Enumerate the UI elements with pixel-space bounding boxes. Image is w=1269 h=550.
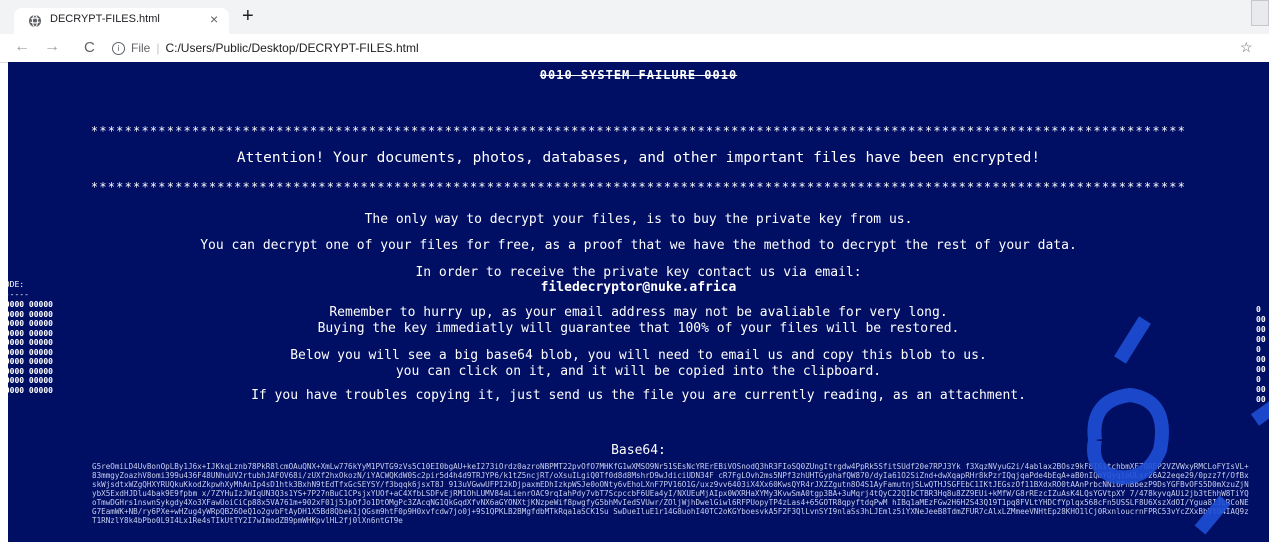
forward-arrow-icon[interactable]: → bbox=[44, 38, 60, 56]
code-row: 0 bbox=[1256, 305, 1261, 314]
code-row: 00000 00000 bbox=[8, 319, 53, 328]
url-text[interactable]: C:/Users/Public/Desktop/DECRYPT-FILES.ht… bbox=[165, 41, 418, 55]
code-label: CODE: bbox=[8, 280, 25, 289]
code-row: 00000 00000 bbox=[8, 385, 53, 395]
ransom-note-page: 0010 SYSTEM FAILURE 0010 ***************… bbox=[8, 62, 1269, 542]
page-headline: 0010 SYSTEM FAILURE 0010 bbox=[539, 68, 738, 82]
code-column-right: 0 00 00 00 0 00 00 0 00 00 bbox=[1256, 305, 1269, 405]
code-row: 00000 00000 bbox=[8, 347, 53, 357]
code-row: 00000 00000 bbox=[8, 328, 53, 338]
code-row: 00 bbox=[1256, 315, 1266, 324]
code-row: 00 bbox=[1256, 335, 1266, 344]
address-bar[interactable]: i File | C:/Users/Public/Desktop/DECRYPT… bbox=[112, 38, 1232, 58]
tab-strip: DECRYPT-FILES.html × + bbox=[0, 0, 1269, 34]
instruction-line-6: Buying the key immediatly will guarantee… bbox=[317, 321, 960, 336]
instruction-line-5: Remember to hurry up, as your email addr… bbox=[329, 305, 948, 320]
info-icon[interactable]: i bbox=[112, 41, 125, 55]
code-row: 00 bbox=[1256, 395, 1266, 404]
code-row: 00000 00000 bbox=[8, 300, 53, 309]
instruction-line-3: In order to receive the private key cont… bbox=[415, 265, 862, 280]
contact-email: filedecryptor@nuke.africa bbox=[540, 280, 737, 295]
attention-message: Attention! Your documents, photos, datab… bbox=[236, 150, 1041, 166]
instruction-line-8: you can click on it, and it will be copi… bbox=[395, 364, 882, 379]
base64-label: Base64: bbox=[611, 443, 666, 458]
address-toolbar: ← → C i File | C:/Users/Public/Desktop/D… bbox=[0, 34, 1269, 63]
code-dashes: ------ bbox=[8, 290, 29, 299]
asterisk-divider-top: ****************************************… bbox=[90, 124, 1187, 138]
globe-icon bbox=[29, 14, 41, 28]
code-row: 00000 00000 bbox=[8, 309, 53, 319]
base64-blob[interactable]: G5reOmiLD4UvBonOpLBy1J6x+IJKkqLznb78PkR8… bbox=[92, 462, 1252, 525]
browser-tab[interactable]: DECRYPT-FILES.html × bbox=[14, 8, 229, 34]
code-row: 00 bbox=[1256, 355, 1266, 364]
reload-icon[interactable]: C bbox=[84, 39, 95, 56]
instruction-line-7: Below you will see a big base64 blob, yo… bbox=[290, 348, 987, 363]
code-row: 0 bbox=[1256, 345, 1261, 354]
window-control-button[interactable] bbox=[1251, 0, 1269, 26]
back-arrow-icon[interactable]: ← bbox=[14, 38, 30, 56]
code-column-left: 000 00 000 00 0 0000 0 000 0 0000 0 00 000 00 00… bbox=[8, 300, 53, 395]
tab-title: DECRYPT-FILES.html bbox=[50, 13, 160, 25]
code-row: 0 bbox=[1256, 375, 1261, 384]
code-row: 00000 00000 bbox=[8, 338, 53, 347]
code-row: 00000 00000 bbox=[8, 376, 53, 385]
asterisk-divider-bottom: ****************************************… bbox=[90, 180, 1187, 194]
bookmark-star-icon[interactable]: ☆ bbox=[1240, 39, 1253, 56]
close-tab-icon[interactable]: × bbox=[210, 11, 218, 27]
address-separator: | bbox=[156, 41, 160, 55]
code-row: 00 bbox=[1256, 385, 1266, 394]
code-row: 00000 00000 bbox=[8, 366, 53, 376]
code-row: 00000 00000 bbox=[8, 357, 53, 366]
instruction-line-1: The only way to decrypt your files, is t… bbox=[364, 212, 913, 227]
instruction-line-2: You can decrypt one of your files for fr… bbox=[200, 238, 1077, 253]
instruction-line-9: If you have troubles copying it, just se… bbox=[251, 388, 1026, 403]
code-row: 00 bbox=[1256, 365, 1266, 374]
code-row: 00 bbox=[1256, 325, 1266, 334]
new-tab-button[interactable]: + bbox=[242, 6, 254, 26]
file-scheme-label: File bbox=[131, 41, 151, 55]
